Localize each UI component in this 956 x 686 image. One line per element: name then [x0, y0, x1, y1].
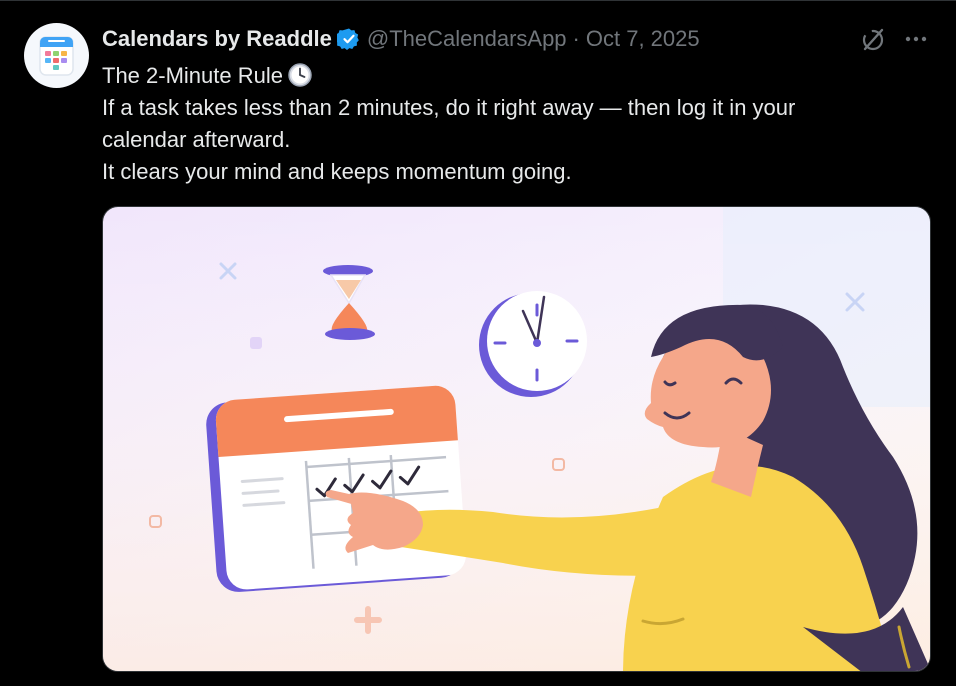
post-body-line-3: It clears your mind and keeps momentum g… [102, 159, 572, 184]
separator-dot: · [572, 26, 580, 51]
illustration [103, 207, 930, 671]
post-date[interactable]: Oct 7, 2025 [586, 24, 700, 54]
author-handle[interactable]: @TheCalendarsApp [367, 24, 567, 54]
post-media-image[interactable] [102, 206, 931, 672]
verified-badge-icon[interactable] [336, 27, 361, 51]
ear [721, 370, 745, 404]
author-name[interactable]: Calendars by Readdle [102, 24, 332, 54]
top-divider [0, 0, 956, 1]
post-title-line: The 2-Minute Rule [102, 60, 922, 92]
calendar-card-icon [206, 385, 466, 592]
post-header: Calendars by Readdle @TheCalendarsApp · … [102, 24, 700, 54]
post-title: The 2-Minute Rule [102, 63, 283, 88]
grok-icon[interactable] [859, 26, 887, 54]
square-decor [250, 337, 262, 349]
post-text: The 2-Minute Rule If a task takes less t… [102, 60, 922, 188]
post-body-line-2: calendar afterward. [102, 127, 291, 152]
author-avatar[interactable] [24, 23, 89, 88]
more-icon[interactable] [903, 26, 929, 52]
calendars-app-logo-icon [39, 36, 74, 76]
post-body-line-1: If a task takes less than 2 minutes, do … [102, 95, 796, 120]
clock-emoji-icon [288, 63, 312, 87]
